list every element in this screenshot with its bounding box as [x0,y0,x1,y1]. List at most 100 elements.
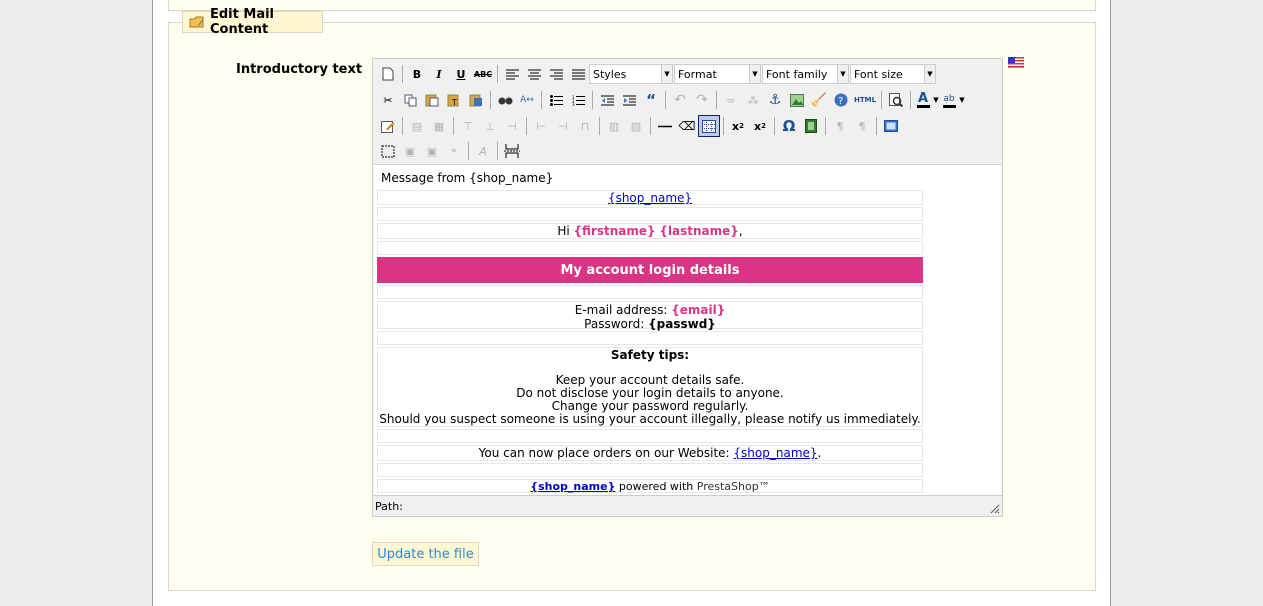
bullet-list-icon[interactable] [545,89,567,111]
shop-name-link[interactable]: {shop_name} [733,446,817,460]
cell-properties-icon[interactable]: ▦ [428,115,450,137]
cut-icon[interactable]: ✂ [377,89,399,111]
html-source-icon[interactable]: HTML [852,89,878,111]
resize-handle-icon[interactable] [990,504,1000,514]
numbered-list-icon[interactable]: 123 [567,89,589,111]
toolbar-row-3: ▤ ▦ ⊤ ⊥ ⊣ ⊢ ⊣ ⊓ ▥ ▧ ⌫ x2 x2 Ω ¶ ¶ [377,115,902,137]
insert-layer-icon[interactable] [377,140,399,162]
toolbar-separator [665,91,666,109]
indent-icon[interactable] [618,89,640,111]
lastname-placeholder: {lastname} [659,224,739,238]
toolbar-separator [774,117,775,135]
editor-content-area[interactable]: Message from {shop_name} {shop_name} Hi … [374,164,1001,496]
shop-name-link[interactable]: {shop_name} [608,191,692,205]
absolute-position-icon[interactable]: ⌖ [443,140,465,162]
safety-tip: Should you suspect someone is using your… [379,412,921,426]
align-center-icon[interactable] [523,63,545,85]
font-size-select[interactable]: Font size ▼ [850,64,936,84]
superscript-icon[interactable]: x2 [749,115,771,137]
password-placeholder: {passwd} [648,317,716,331]
background-color-icon[interactable]: ab [940,89,958,111]
toolbar-separator [716,91,717,109]
safety-tips-row: Safety tips: Keep your account details s… [377,347,923,427]
link-icon[interactable]: ∞ [720,89,742,111]
style-props-icon[interactable]: A [472,140,494,162]
blockquote-icon[interactable]: “ [640,89,662,111]
toolbar-separator [723,117,724,135]
edit-folder-icon [189,16,204,28]
help-icon[interactable]: ? [830,89,852,111]
subscript-icon[interactable]: x2 [727,115,749,137]
toolbar-separator [497,142,498,160]
toolbar-separator [402,65,403,83]
insert-column-before-icon[interactable]: ⊢ [530,115,552,137]
footer-shop-link[interactable]: {shop_name} [530,480,615,493]
outdent-icon[interactable] [596,89,618,111]
page-break-icon[interactable] [501,140,523,162]
redo-icon[interactable]: ↷ [691,89,713,111]
anchor-icon[interactable]: ⚓ [764,89,786,111]
text-color-icon[interactable]: A [914,89,932,111]
toolbar-separator [468,142,469,160]
visual-aid-icon[interactable] [698,115,720,137]
align-justify-icon[interactable] [567,63,589,85]
undo-icon[interactable]: ↶ [669,89,691,111]
unlink-icon[interactable]: ⁂ [742,89,764,111]
rich-text-editor: B I U ABC Styles ▼ Format ▼ Font family … [372,58,1003,517]
safety-tips-title: Safety tips: [610,348,690,362]
fullscreen-icon[interactable] [880,115,902,137]
insert-column-after-icon[interactable]: ⊣ [552,115,574,137]
insert-row-after-icon[interactable]: ⊥ [479,115,501,137]
align-left-icon[interactable] [501,63,523,85]
toolbar-separator [453,117,454,135]
ltr-icon[interactable]: ¶ [829,115,851,137]
paste-icon[interactable] [421,89,443,111]
delete-row-icon[interactable]: ⊣ [501,115,523,137]
toolbar-separator [650,117,651,135]
table-row [377,429,923,443]
move-backward-icon[interactable]: ▣ [421,140,443,162]
align-right-icon[interactable] [545,63,567,85]
path-label: Path: [375,499,403,513]
move-forward-icon[interactable]: ▣ [399,140,421,162]
copy-icon[interactable] [399,89,421,111]
delete-column-icon[interactable]: ⊓ [574,115,596,137]
strikethrough-icon[interactable]: ABC [472,63,494,85]
table-row [377,331,923,345]
rtl-icon[interactable]: ¶ [851,115,873,137]
replace-icon[interactable]: A↔ [516,89,538,111]
split-cells-icon[interactable]: ▥ [603,115,625,137]
italic-icon[interactable]: I [428,63,450,85]
new-document-icon[interactable] [377,63,399,85]
row-properties-icon[interactable]: ▤ [406,115,428,137]
table-row [377,241,923,255]
paste-text-icon[interactable]: T [443,89,465,111]
paste-word-icon[interactable] [465,89,487,111]
update-file-button[interactable]: Update the file [372,542,479,566]
find-icon[interactable] [494,89,516,111]
remove-format-icon[interactable]: ⌫ [676,115,698,137]
toolbar-separator [497,65,498,83]
toolbar-row-4: ▣ ▣ ⌖ A [377,140,523,162]
special-character-icon[interactable]: Ω [778,115,800,137]
chevron-down-icon[interactable]: ▼ [958,89,966,111]
bold-icon[interactable]: B [406,63,428,85]
underline-icon[interactable]: U [450,63,472,85]
merge-cells-icon[interactable]: ▧ [625,115,647,137]
toolbar-separator [825,117,826,135]
cleanup-icon[interactable]: 🧹 [808,89,830,111]
toolbar-separator [402,117,403,135]
font-family-select[interactable]: Font family ▼ [762,64,849,84]
toolbar-separator [910,91,911,109]
format-select[interactable]: Format ▼ [674,64,761,84]
horizontal-rule-icon[interactable] [654,115,676,137]
svg-text:?: ? [838,96,843,107]
styles-select[interactable]: Styles ▼ [589,64,673,84]
insert-row-before-icon[interactable]: ⊤ [457,115,479,137]
media-icon[interactable] [800,115,822,137]
preview-icon[interactable] [885,89,907,111]
chevron-down-icon[interactable]: ▼ [932,89,940,111]
us-flag-icon[interactable] [1008,57,1024,68]
edit-css-icon[interactable] [377,115,399,137]
image-icon[interactable] [786,89,808,111]
